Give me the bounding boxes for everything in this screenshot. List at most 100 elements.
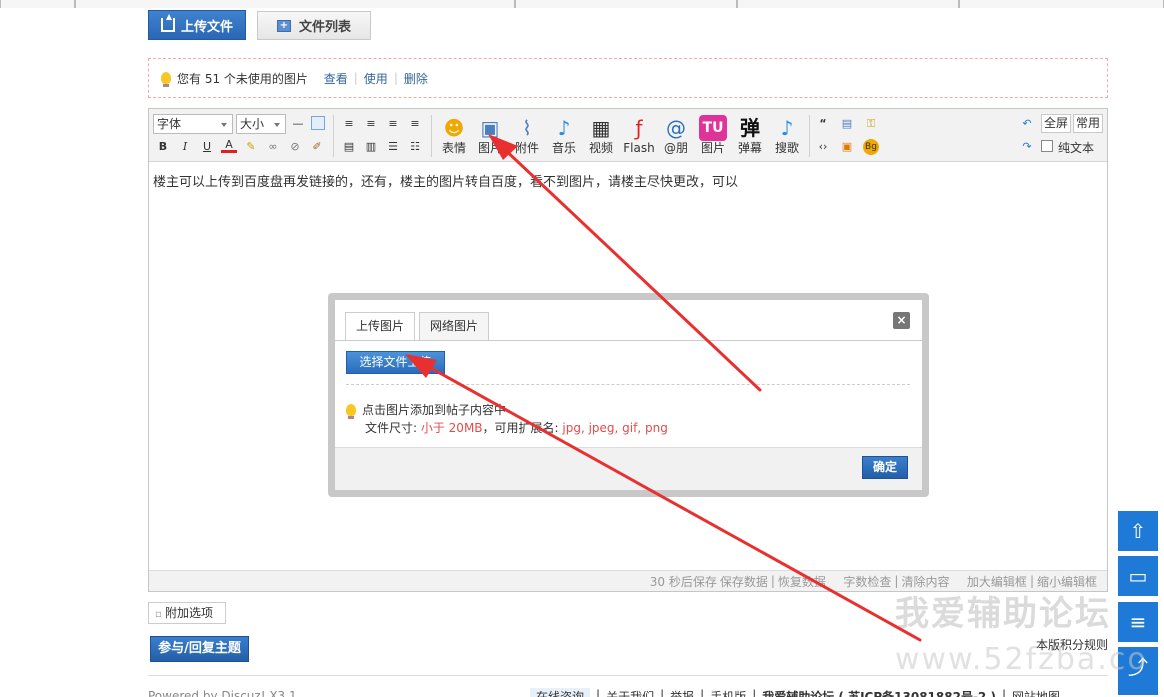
code-icon[interactable]: ‹›	[815, 139, 831, 155]
image-button[interactable]: ▣ 图片	[471, 115, 509, 159]
align-left-icon[interactable]: ≡	[341, 116, 357, 132]
ext-value: jpg, jpeg, gif, png	[562, 421, 668, 435]
float-right-icon[interactable]: ▥	[363, 139, 379, 155]
restore-data-link[interactable]: 恢复数据	[778, 573, 826, 590]
music-button[interactable]: ♪ 音乐	[545, 115, 583, 159]
document-icon: ▭	[1128, 564, 1148, 588]
danmaku-label: 弹幕	[737, 141, 762, 155]
mobile-link[interactable]: 手机版	[710, 688, 746, 697]
tab-divider	[335, 340, 922, 341]
common-button[interactable]: 常用	[1073, 114, 1103, 133]
watermark-text: 我爱辅助论坛	[895, 594, 1111, 634]
delete-link[interactable]: 删除	[404, 70, 428, 87]
dashed-divider	[346, 384, 910, 385]
danmaku-button[interactable]: 弹 弹幕	[731, 115, 769, 159]
tu-image-label: 图片	[700, 141, 725, 155]
upload-image-dialog: 上传图片 网络图片 × 选择文件上传 点击图片添加到帖子内容中 文件尺寸: 小于…	[328, 293, 929, 497]
flash-icon: ƒ	[635, 116, 643, 140]
italic-button[interactable]: I	[177, 139, 193, 155]
divider: |	[353, 71, 358, 85]
file-list-tab[interactable]: + 文件列表	[257, 11, 371, 40]
save-data-link[interactable]: 保存数据	[720, 573, 768, 590]
editor-toolbar: 字体 大小 — B I U A ✎ ∞ ⊘ ✐ ≡ ≡ ≡ ≡ ▤ ▥ ☰ ☷ …	[149, 109, 1107, 162]
autosave-status: 30 秒后保存	[649, 574, 717, 589]
hide-icon[interactable]: ⚿	[863, 116, 879, 132]
horizontal-rule-icon[interactable]: —	[290, 116, 306, 132]
at-friend-button[interactable]: @ @朋	[657, 115, 695, 159]
smiley-icon: ☻	[443, 116, 465, 140]
size-select[interactable]: 大小	[236, 114, 286, 134]
danmaku-icon: 弹	[740, 116, 760, 140]
bg-color-icon[interactable]: Bg	[863, 139, 879, 155]
password-icon[interactable]: ▣	[839, 139, 855, 155]
flash-button[interactable]: ƒ Flash	[619, 115, 659, 159]
flash-label: Flash	[623, 141, 655, 155]
browser-tab[interactable]	[959, 0, 1164, 8]
music-note-icon: ♪	[557, 116, 571, 140]
ok-button[interactable]: 确定	[862, 456, 908, 479]
undo-icon[interactable]: ↶	[1019, 116, 1035, 132]
tu-image-button[interactable]: TU 图片	[694, 115, 732, 159]
upload-file-tab[interactable]: 上传文件	[148, 10, 246, 40]
browser-tab[interactable]	[75, 0, 515, 8]
search-song-label: 搜歌	[774, 141, 799, 155]
size-value: 小于 20MB	[420, 421, 483, 435]
align-right-icon[interactable]: ≡	[385, 116, 401, 132]
clear-format-icon[interactable]: ✐	[309, 139, 325, 155]
quote-icon[interactable]: “	[815, 116, 831, 132]
plain-text-label: 纯文本	[1058, 141, 1095, 155]
redo-icon[interactable]: ↷	[1019, 139, 1035, 155]
attachment-button[interactable]: ⌇ 附件	[508, 115, 546, 159]
browser-tab[interactable]	[515, 0, 737, 8]
tab-upload-image[interactable]: 上传图片	[345, 312, 416, 341]
toolbar-divider	[431, 115, 432, 157]
tab-web-image[interactable]: 网络图片	[419, 312, 490, 340]
underline-button[interactable]: U	[199, 139, 215, 155]
fullscreen-button[interactable]: 全屏	[1041, 114, 1071, 133]
table-icon[interactable]	[311, 116, 325, 130]
add-options-button[interactable]: 附加选项	[148, 602, 226, 624]
align-center-icon[interactable]: ≡	[363, 116, 379, 132]
view-link[interactable]: 查看	[324, 70, 348, 87]
search-song-button[interactable]: ♪ 搜歌	[768, 115, 806, 159]
divider: |	[393, 71, 398, 85]
quick-reply-button[interactable]: ▭	[1118, 556, 1158, 596]
video-button[interactable]: ▦ 视频	[582, 115, 620, 159]
online-consult-link[interactable]: 在线咨询	[530, 688, 591, 697]
back-to-top-button[interactable]: ⇧	[1118, 511, 1158, 551]
about-link[interactable]: 关于我们	[606, 688, 654, 697]
bold-button[interactable]: B	[155, 139, 171, 155]
powered-by: Powered by Discuz! X3.1	[148, 689, 297, 697]
reply-button[interactable]: 参与/回复主题	[150, 636, 249, 662]
report-link[interactable]: 举报	[670, 688, 694, 697]
browser-tab[interactable]	[0, 0, 75, 8]
emoji-button[interactable]: ☻ 表情	[435, 115, 473, 159]
word-check-link[interactable]: 字数检查	[843, 573, 891, 590]
highlight-icon[interactable]: ✎	[243, 139, 259, 155]
clapperboard-icon: ▦	[591, 116, 611, 140]
editor-text: 楼主可以上传到百度盘再发链接的，还有，楼主的图片转自百度，看不到图片，请楼主尽快…	[153, 175, 739, 190]
image-label: 图片	[477, 141, 502, 155]
sitemap-link[interactable]: 网站地图	[1012, 688, 1060, 697]
menu-button[interactable]: ≡	[1118, 602, 1158, 642]
link-icon[interactable]: ∞	[265, 139, 281, 155]
unordered-list-icon[interactable]: ☷	[407, 139, 423, 155]
float-left-icon[interactable]: ▤	[341, 139, 357, 155]
font-select[interactable]: 字体	[153, 114, 233, 134]
font-color-button[interactable]: A	[221, 137, 237, 153]
unlink-icon[interactable]: ⊘	[287, 139, 303, 155]
toolbar-divider	[809, 115, 810, 157]
align-justify-icon[interactable]: ≡	[407, 116, 423, 132]
browser-tab[interactable]	[737, 0, 959, 8]
choose-file-upload-button[interactable]: 选择文件上传	[346, 351, 445, 374]
use-link[interactable]: 使用	[364, 70, 388, 87]
dialog-tabs: 上传图片 网络图片	[345, 312, 490, 341]
free-block-icon[interactable]: ▤	[839, 116, 855, 132]
lightbulb-icon	[161, 72, 171, 87]
size-label: 文件尺寸:	[365, 421, 421, 435]
close-icon[interactable]: ×	[893, 312, 910, 329]
ordered-list-icon[interactable]: ☰	[385, 139, 401, 155]
at-sign-icon: @	[666, 116, 686, 140]
paperclip-icon: ⌇	[522, 116, 532, 140]
plain-text-checkbox[interactable]	[1041, 140, 1053, 152]
